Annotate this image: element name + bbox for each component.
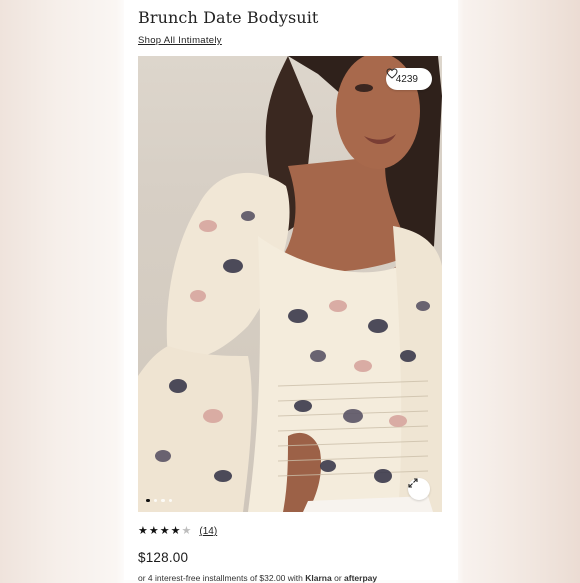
model-photo (138, 56, 442, 512)
klarna-logo[interactable]: Klarna (305, 573, 331, 583)
reviews-link[interactable]: (14) (199, 526, 217, 537)
product-title: Brunch Date Bodysuit (138, 8, 319, 27)
like-count: 4239 (395, 73, 418, 85)
star-empty-icon: ★ (181, 525, 192, 537)
star-filled-icon: ★ (148, 525, 159, 537)
carousel-dot[interactable] (153, 498, 157, 502)
product-price: $128.00 (138, 550, 189, 565)
or-label: or (334, 573, 342, 583)
carousel-dots (146, 498, 172, 502)
afterpay-logo[interactable]: afterpay (344, 573, 377, 583)
star-rating: ★ ★ ★ ★ ★ (138, 526, 191, 537)
carousel-dot[interactable] (168, 498, 172, 502)
carousel-dot[interactable] (161, 498, 165, 502)
carousel-dot[interactable] (146, 498, 150, 502)
star-filled-icon: ★ (170, 525, 181, 537)
rating-row: ★ ★ ★ ★ ★ (14) (138, 526, 217, 538)
installments-text: or 4 interest-free installments of $32.0… (138, 573, 377, 583)
product-card: Brunch Date Bodysuit Shop All Intimately (124, 0, 458, 583)
star-filled-icon: ★ (159, 525, 170, 537)
star-filled-icon: ★ (138, 525, 148, 537)
shop-all-link[interactable]: Shop All Intimately (138, 35, 222, 46)
installments-label: or 4 interest-free installments of $32.0… (138, 573, 303, 583)
like-button[interactable]: 4239 (385, 68, 432, 90)
expand-button[interactable] (408, 478, 430, 500)
product-image[interactable]: 4239 (138, 56, 442, 512)
